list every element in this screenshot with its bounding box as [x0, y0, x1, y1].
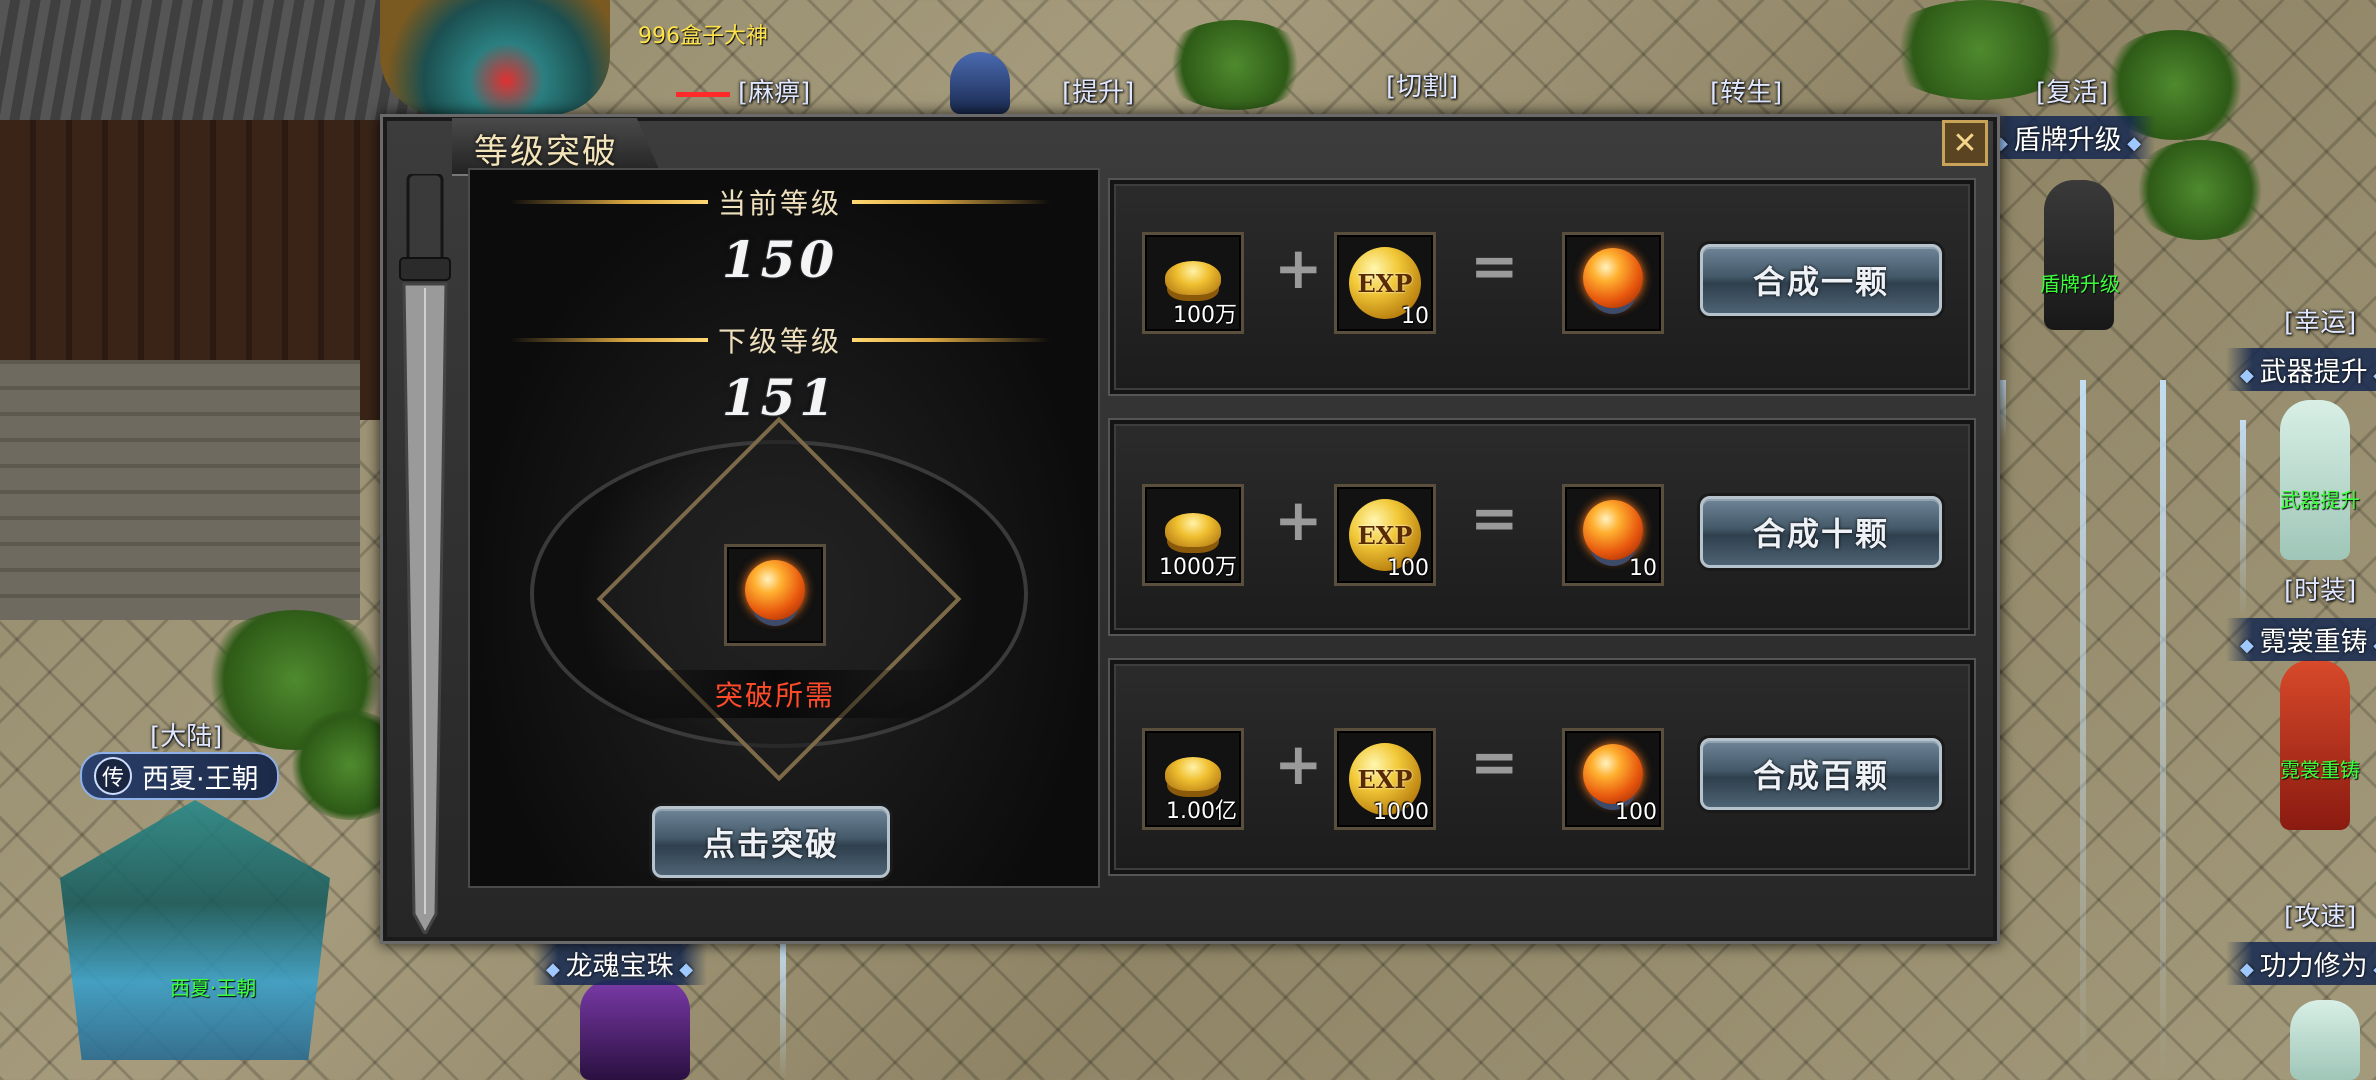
ornament-line [510, 200, 708, 204]
recipe-row: 1.00亿 + EXP 1000 = 100 合成百颗 [1108, 658, 1976, 876]
next-level-label: 下级等级 [718, 325, 843, 358]
exp-cost: 10 [1401, 304, 1429, 329]
breakthrough-button[interactable]: 点击突破 [652, 806, 890, 878]
plus-sign: + [1274, 486, 1323, 554]
map-name-tag[interactable]: 传 西夏·王朝 [80, 752, 279, 800]
plus-sign: + [1274, 234, 1323, 302]
npc-label-paralyze[interactable]: [麻痹] [738, 72, 810, 109]
result-count: 10 [1629, 556, 1657, 581]
current-level-label: 当前等级 [718, 187, 843, 220]
npc-label-attack-speed[interactable]: [攻速] [2284, 896, 2356, 933]
background-wall [0, 360, 360, 620]
dialog-title: 等级突破 [474, 132, 618, 172]
npc-tag-fashion-recast[interactable]: 霓裳重铸 [2226, 618, 2376, 661]
gold-ingot-icon [1165, 757, 1221, 791]
fire-orb-icon [1583, 500, 1643, 560]
exp-cost: 100 [1387, 556, 1429, 581]
light-beam [2080, 380, 2086, 1080]
result-slot[interactable]: 100 [1562, 728, 1664, 830]
ornament-line [852, 338, 1051, 342]
result-count: 100 [1615, 800, 1657, 825]
exp-cost: 1000 [1373, 800, 1429, 825]
light-beam [2000, 380, 2006, 440]
npc-name-fashion: 霓裳重铸 [2280, 758, 2360, 782]
ornament-line [852, 200, 1051, 204]
player-name: 996盒子大神 [638, 24, 768, 49]
teleport-shrine[interactable] [60, 800, 330, 1060]
equals-sign: = [1470, 232, 1519, 300]
fire-orb-icon [745, 560, 805, 620]
npc-label-fashion[interactable]: [时装] [2284, 570, 2356, 607]
ornament-line [510, 338, 708, 342]
npc-label-cut[interactable]: [切割] [1386, 66, 1458, 103]
result-slot[interactable]: 10 [1562, 484, 1664, 586]
fire-orb-icon [1583, 744, 1643, 804]
recipe-row: 1000万 + EXP 100 = 10 合成十颗 [1108, 418, 1976, 636]
gold-slot[interactable]: 100万 [1142, 232, 1244, 334]
light-beam [2160, 380, 2166, 1080]
light-beam [2240, 420, 2246, 620]
exp-slot[interactable]: EXP 1000 [1334, 728, 1436, 830]
light-beam [780, 940, 786, 1080]
npc-character[interactable] [950, 52, 1010, 114]
synthesize-hundred-button[interactable]: 合成百颗 [1700, 738, 1942, 810]
plant-decoration [1160, 20, 1310, 110]
result-slot[interactable] [1562, 232, 1664, 334]
background-roof [0, 0, 440, 120]
npc-character[interactable] [2290, 1000, 2360, 1080]
npc-character[interactable] [2280, 400, 2350, 560]
npc-label-upgrade[interactable]: [提升] [1062, 72, 1134, 109]
npc-tag-weapon-upgrade[interactable]: 武器提升 [2226, 348, 2376, 391]
gold-ingot-icon [1165, 513, 1221, 547]
npc-label-rebirth[interactable]: [转生] [1710, 72, 1782, 109]
gold-ingot-icon [1165, 261, 1221, 295]
recipe-row: 100万 + EXP 10 = 合成一颗 [1108, 178, 1976, 396]
close-icon: ✕ [1952, 125, 1978, 161]
requirement-label: 突破所需 [600, 670, 950, 718]
npc-tag-dragon-orb[interactable]: 龙魂宝珠 [532, 942, 708, 985]
gold-cost: 1000万 [1159, 555, 1237, 580]
npc-label-luck[interactable]: [幸运] [2284, 302, 2356, 339]
next-level-header: 下级等级 [500, 318, 1060, 362]
equals-sign: = [1470, 728, 1519, 796]
exp-slot[interactable]: EXP 10 [1334, 232, 1436, 334]
current-level-header: 当前等级 [500, 180, 1060, 224]
teleport-badge-icon: 传 [94, 757, 132, 795]
current-level-value: 150 [721, 230, 839, 289]
npc-tag-shield-upgrade[interactable]: 盾牌升级 [1980, 116, 2156, 159]
requirement-slot[interactable] [724, 544, 826, 646]
equals-sign: = [1470, 484, 1519, 552]
gold-slot[interactable]: 1.00亿 [1142, 728, 1244, 830]
synthesize-one-button[interactable]: 合成一颗 [1700, 244, 1942, 316]
npc-name-weapon: 武器提升 [2280, 488, 2360, 512]
gold-cost: 100万 [1173, 303, 1237, 328]
npc-name-shield: 盾牌升级 [2040, 272, 2120, 296]
player-health-bar [676, 92, 730, 97]
map-name: 西夏·王朝 [142, 763, 259, 795]
npc-label-continent[interactable]: [大陆] [150, 716, 222, 753]
exp-slot[interactable]: EXP 100 [1334, 484, 1436, 586]
npc-label-revive[interactable]: [复活] [2036, 72, 2108, 109]
fire-orb-icon [1583, 248, 1643, 308]
gold-slot[interactable]: 1000万 [1142, 484, 1244, 586]
npc-tag-power-cultivation[interactable]: 功力修为 [2226, 942, 2376, 985]
gold-cost: 1.00亿 [1166, 799, 1237, 824]
sword-icon [399, 174, 451, 934]
plus-sign: + [1274, 730, 1323, 798]
npc-character[interactable] [2044, 180, 2114, 330]
synthesize-ten-button[interactable]: 合成十颗 [1700, 496, 1942, 568]
npc-character[interactable] [2280, 660, 2350, 830]
npc-character[interactable] [580, 980, 690, 1080]
npc-name-shrine: 西夏·王朝 [170, 976, 257, 1000]
close-button[interactable]: ✕ [1942, 120, 1988, 166]
npc-cauldron[interactable] [380, 0, 610, 115]
